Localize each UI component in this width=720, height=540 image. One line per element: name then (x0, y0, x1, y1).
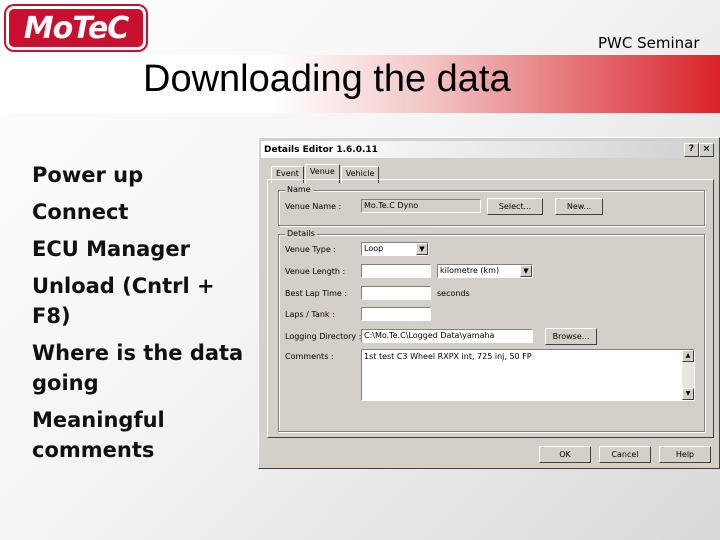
scroll-down-icon[interactable]: ▼ (682, 388, 694, 400)
slide-title: Downloading the data (143, 58, 511, 100)
comments-text: 1st test C3 Wheel RXPX int, 725 inj, 50 … (364, 352, 532, 361)
comments-textarea[interactable]: 1st test C3 Wheel RXPX int, 725 inj, 50 … (361, 349, 695, 401)
best-lap-input[interactable] (361, 286, 431, 300)
dialog-titlebar[interactable]: Details Editor 1.6.0.11 ? × (261, 141, 717, 158)
bullet-item: Where is the data going (32, 341, 244, 395)
venue-name-label: Venue Name : (285, 202, 342, 211)
venue-type-label: Venue Type : (285, 245, 336, 254)
browse-button[interactable]: Browse... (545, 328, 597, 345)
dialog-title: Details Editor 1.6.0.11 (264, 144, 378, 155)
best-lap-label: Best Lap Time : (285, 289, 348, 298)
bullet-item: Connect (32, 200, 129, 224)
event-tag: PWC Seminar (598, 34, 700, 52)
length-unit-value: kilometre (km) (440, 266, 500, 275)
cancel-button[interactable]: Cancel (599, 446, 651, 463)
help-button[interactable]: Help (659, 446, 711, 463)
logging-directory-label: Logging Directory : (285, 332, 362, 341)
venue-type-value: Loop (364, 244, 384, 253)
tab-strip: Event Venue Vehicle (271, 164, 380, 183)
bullet-item: ECU Manager (32, 237, 190, 261)
comments-scrollbar[interactable]: ▲ ▼ (682, 350, 694, 400)
bullet-item: Power up (32, 163, 144, 187)
name-group-title: Name (285, 185, 313, 194)
venue-panel: Name Venue Name : Mo.Te.C Dyno Select...… (267, 179, 714, 438)
scroll-up-icon[interactable]: ▲ (682, 350, 694, 362)
name-group: Name Venue Name : Mo.Te.C Dyno Select...… (278, 185, 705, 226)
bullet-item: Meaningful comments (32, 408, 165, 462)
length-unit-select[interactable]: kilometre (km) ▼ (437, 264, 533, 278)
motec-logo: MoTeC (6, 6, 146, 50)
laps-tank-label: Laps / Tank : (285, 310, 335, 319)
laps-tank-input[interactable] (361, 307, 431, 321)
bullet-item: Unload (Cntrl + F8) (32, 274, 215, 328)
logging-directory-input[interactable]: C:\Mo.Te.C\Logged Data\yamaha (361, 329, 533, 343)
details-group: Details Venue Type : Loop ▼ Venue Length… (278, 229, 705, 432)
help-icon[interactable]: ? (684, 143, 699, 157)
venue-type-select[interactable]: Loop ▼ (361, 242, 429, 256)
chevron-down-icon[interactable]: ▼ (520, 265, 532, 277)
new-button[interactable]: New... (555, 198, 603, 215)
chevron-down-icon[interactable]: ▼ (416, 243, 428, 255)
close-icon[interactable]: × (699, 143, 714, 157)
bullet-list: Power up Connect ECU Manager Unload (Cnt… (32, 160, 257, 472)
comments-label: Comments : (285, 352, 334, 361)
details-group-title: Details (285, 229, 317, 238)
best-lap-unit: seconds (437, 289, 470, 298)
venue-name-field[interactable]: Mo.Te.C Dyno (361, 199, 481, 213)
details-editor-dialog: Details Editor 1.6.0.11 ? × Event Venue … (258, 137, 720, 469)
venue-length-input[interactable] (361, 264, 431, 278)
venue-length-label: Venue Length : (285, 267, 346, 276)
select-button[interactable]: Select... (487, 198, 543, 215)
ok-button[interactable]: OK (539, 446, 591, 463)
